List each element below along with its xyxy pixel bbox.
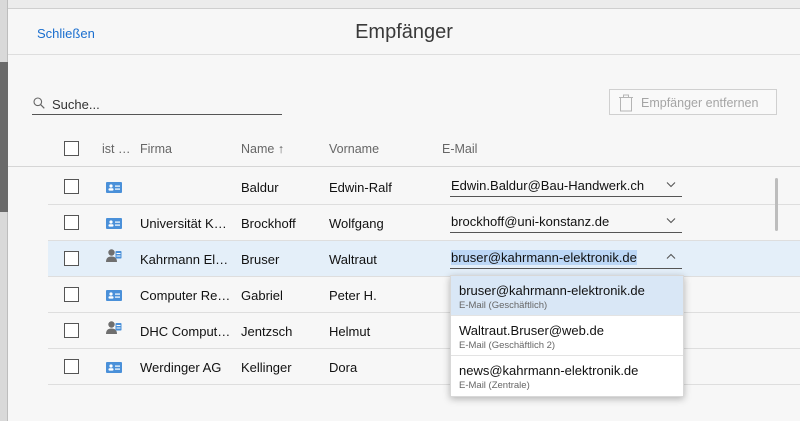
select-all-checkbox[interactable] — [64, 141, 79, 156]
contact-card-icon — [106, 362, 122, 373]
row-checkbox[interactable] — [64, 251, 79, 266]
firstname-cell: Helmut — [329, 324, 371, 339]
search-icon — [33, 97, 45, 109]
table-row[interactable]: DHC Comput… Jentzsch Helmut — [48, 313, 800, 349]
table-row[interactable]: Computer Re… Gabriel Peter H. — [48, 277, 800, 313]
remove-recipient-button[interactable]: Empfänger entfernen — [609, 89, 777, 115]
name-cell: Baldur — [241, 180, 279, 195]
email-option-address: Waltraut.Bruser@web.de — [459, 323, 604, 338]
email-option-type: E-Mail (Geschäftlich) — [459, 300, 548, 311]
email-option-type: E-Mail (Geschäftlich 2) — [459, 340, 556, 351]
dialog-title: Empfänger — [355, 21, 453, 43]
window-edge-marker — [0, 62, 8, 212]
name-cell: Gabriel — [241, 288, 283, 303]
chevron-down-icon — [666, 218, 676, 224]
firstname-cell: Waltraut — [329, 252, 377, 267]
email-value: brockhoff@uni-konstanz.de — [451, 214, 610, 229]
email-dropdown: bruser@kahrmann-elektronik.de E-Mail (Ge… — [450, 275, 684, 397]
name-cell: Brockhoff — [241, 216, 296, 231]
column-header-name[interactable]: Name ↑ — [241, 142, 284, 156]
row-checkbox[interactable] — [64, 179, 79, 194]
scrollbar-thumb[interactable] — [775, 178, 778, 231]
email-option[interactable]: bruser@kahrmann-elektronik.de E-Mail (Ge… — [451, 276, 683, 316]
table-header: ist … Firma Name ↑ Vorname E-Mail — [8, 131, 800, 167]
table-row-selected[interactable]: Kahrmann El… Bruser Waltraut bruser@kahr… — [48, 241, 800, 277]
email-select[interactable]: brockhoff@uni-konstanz.de — [450, 211, 682, 233]
row-checkbox[interactable] — [64, 287, 79, 302]
dialog-header: Schließen Empfänger — [8, 9, 800, 55]
email-option[interactable]: news@kahrmann-elektronik.de E-Mail (Zent… — [451, 356, 683, 396]
chevron-up-icon — [666, 253, 676, 259]
firstname-cell: Edwin-Ralf — [329, 180, 392, 195]
trash-icon — [619, 94, 633, 112]
table-row[interactable]: Werdinger AG Kellinger Dora — [48, 349, 800, 385]
email-option-address: news@kahrmann-elektronik.de — [459, 363, 639, 378]
table-row[interactable]: Baldur Edwin-Ralf Edwin.Baldur@Bau-Handw… — [48, 169, 800, 205]
company-cell: Kahrmann El… — [140, 252, 229, 267]
row-checkbox[interactable] — [64, 323, 79, 338]
column-header-firstname[interactable]: Vorname — [329, 142, 379, 156]
email-value: bruser@kahrmann-elektronik.de — [451, 250, 637, 265]
company-cell: Universität K… — [140, 216, 227, 231]
name-cell: Jentzsch — [241, 324, 293, 339]
contact-card-icon — [106, 290, 122, 301]
email-option-type: E-Mail (Zentrale) — [459, 380, 530, 391]
chevron-down-icon — [666, 182, 676, 188]
row-checkbox[interactable] — [64, 215, 79, 230]
firstname-cell: Peter H. — [329, 288, 377, 303]
search-input[interactable] — [52, 95, 277, 113]
firstname-cell: Wolfgang — [329, 216, 384, 231]
company-cell: DHC Comput… — [140, 324, 231, 339]
email-option-address: bruser@kahrmann-elektronik.de — [459, 283, 645, 298]
recipients-dialog: Schließen Empfänger Empfänger entfernen … — [8, 8, 800, 421]
name-cell: Bruser — [241, 252, 280, 267]
table-row[interactable]: Universität K… Brockhoff Wolfgang brockh… — [48, 205, 800, 241]
row-checkbox[interactable] — [64, 359, 79, 374]
column-header-type[interactable]: ist … — [102, 142, 130, 156]
company-cell: Computer Re… — [140, 288, 231, 303]
contact-card-icon — [106, 182, 122, 193]
person-card-icon — [106, 249, 122, 262]
column-header-email[interactable]: E-Mail — [442, 142, 477, 156]
contact-card-icon — [106, 218, 122, 229]
firstname-cell: Dora — [329, 360, 358, 375]
remove-recipient-label: Empfänger entfernen — [641, 96, 759, 110]
email-select[interactable]: bruser@kahrmann-elektronik.de — [450, 247, 682, 269]
column-header-company[interactable]: Firma — [140, 142, 172, 156]
email-select[interactable]: Edwin.Baldur@Bau-Handwerk.ch — [450, 175, 682, 197]
window-edge — [0, 0, 8, 421]
email-value: Edwin.Baldur@Bau-Handwerk.ch — [451, 178, 645, 193]
email-option[interactable]: Waltraut.Bruser@web.de E-Mail (Geschäftl… — [451, 316, 683, 356]
search-field[interactable] — [32, 93, 282, 115]
company-cell: Werdinger AG — [140, 360, 222, 375]
person-card-icon — [106, 321, 122, 334]
name-cell: Kellinger — [241, 360, 292, 375]
